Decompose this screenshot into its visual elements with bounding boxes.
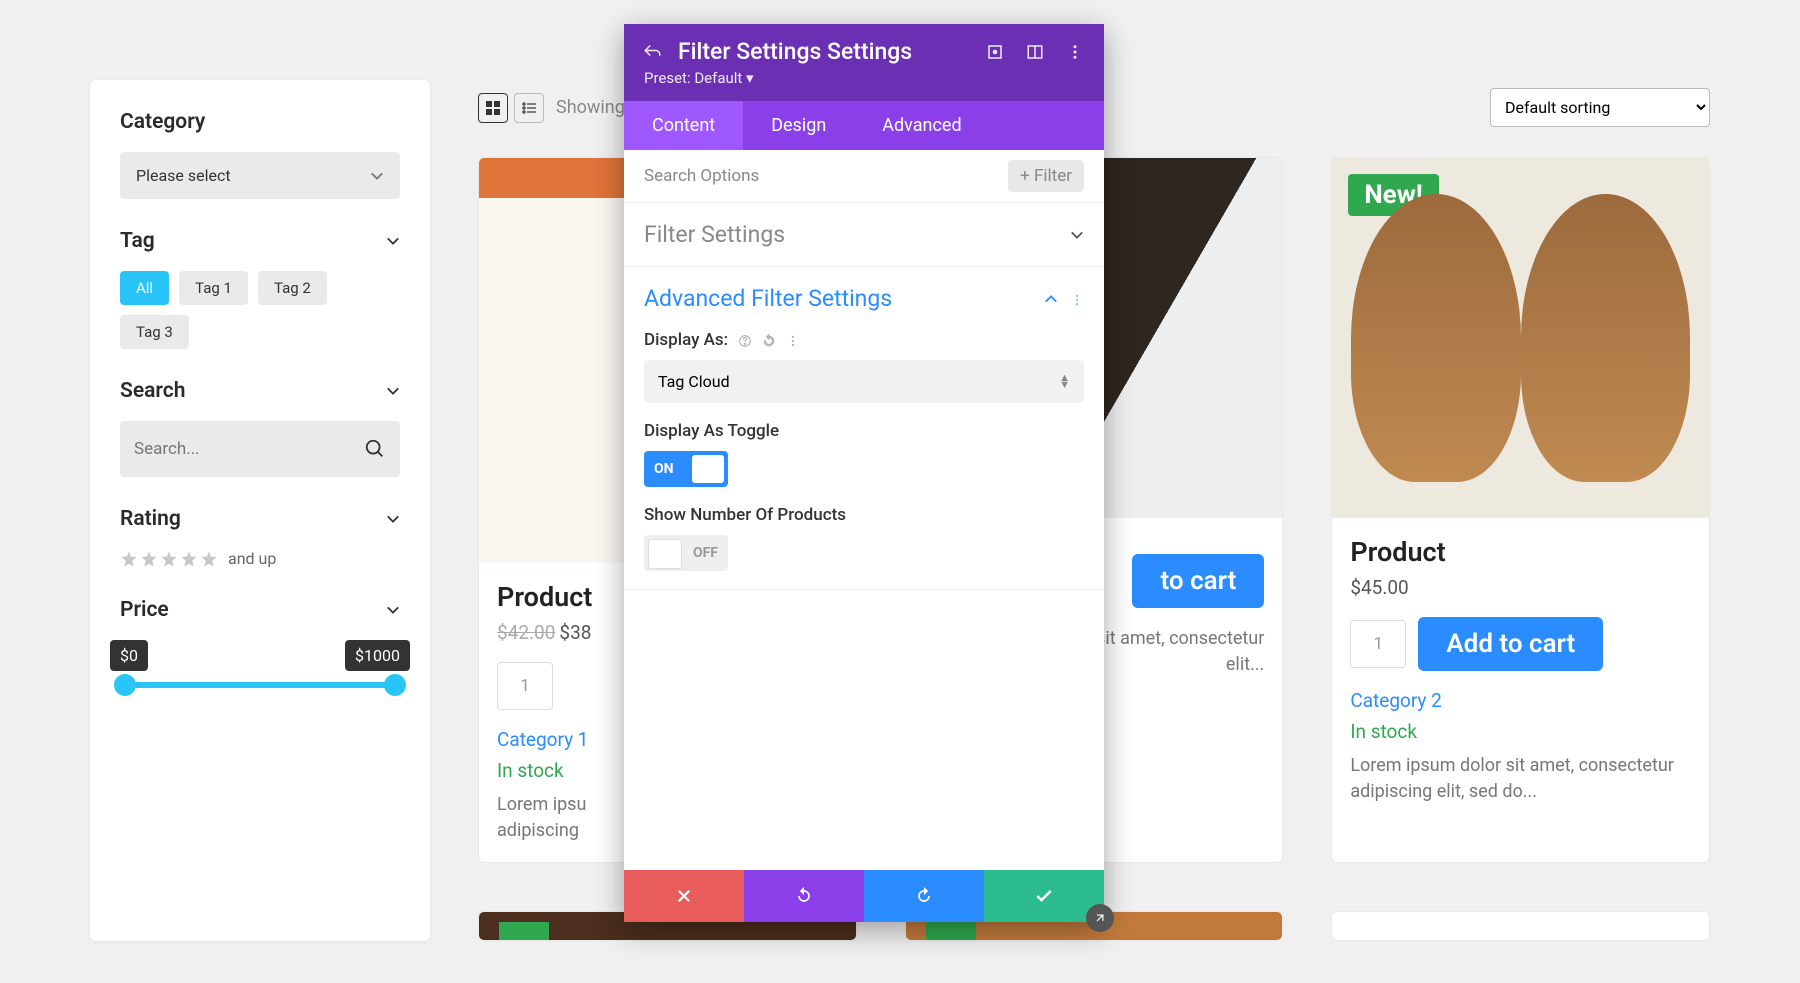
- tag-item[interactable]: Tag 3: [120, 315, 189, 349]
- columns-icon[interactable]: [1026, 43, 1044, 61]
- search-options-label: Search Options: [644, 166, 759, 186]
- rating-row[interactable]: and up: [120, 549, 400, 568]
- list-view-button[interactable]: [514, 93, 544, 123]
- add-to-cart-button[interactable]: Add to cart: [1418, 617, 1603, 671]
- quantity-input[interactable]: 1: [1350, 620, 1406, 668]
- settings-modal: Filter Settings Settings Preset: Default…: [624, 24, 1104, 922]
- tag-cloud: All Tag 1 Tag 2 Tag 3: [120, 271, 400, 349]
- category-title: Category: [120, 110, 205, 134]
- price-slider[interactable]: $0 $1000: [120, 682, 400, 688]
- stock-status: In stock: [1350, 720, 1691, 743]
- product-image: New!: [1332, 158, 1709, 518]
- back-icon[interactable]: [644, 43, 662, 61]
- chevron-down-icon: [370, 169, 384, 183]
- product-category[interactable]: Category 2: [1350, 689, 1691, 712]
- tag-item[interactable]: Tag 1: [179, 271, 248, 305]
- tag-all[interactable]: All: [120, 271, 169, 305]
- chevron-up-icon: [1044, 292, 1058, 306]
- category-select[interactable]: Please select: [120, 152, 400, 199]
- menu-icon[interactable]: [1070, 292, 1084, 306]
- tag-title: Tag: [120, 229, 155, 253]
- search-options-row: Search Options + Filter: [624, 150, 1104, 203]
- section-advanced-filter[interactable]: Advanced Filter Settings: [624, 267, 1104, 330]
- search-header[interactable]: Search: [120, 379, 400, 403]
- grid-view-button[interactable]: [478, 93, 508, 123]
- undo-button[interactable]: [744, 870, 864, 922]
- new-badge: New!: [499, 212, 590, 254]
- resize-handle[interactable]: [1086, 904, 1114, 932]
- section-filter-settings[interactable]: Filter Settings: [624, 203, 1104, 266]
- price-max-badge: $1000: [345, 640, 410, 671]
- modal-footer: [624, 870, 1104, 922]
- price-header[interactable]: Price: [120, 598, 400, 622]
- help-icon[interactable]: [738, 333, 752, 347]
- modal-header: Filter Settings Settings Preset: Default…: [624, 24, 1104, 101]
- product-card: [1331, 911, 1710, 941]
- show-number-toggle[interactable]: OFF: [644, 535, 728, 571]
- menu-icon[interactable]: [786, 333, 800, 347]
- add-filter-button[interactable]: + Filter: [1008, 160, 1084, 192]
- slider-knob[interactable]: [114, 674, 136, 696]
- quantity-input[interactable]: 1: [497, 662, 553, 710]
- search-input[interactable]: [134, 439, 364, 459]
- chevron-down-icon: [386, 384, 400, 398]
- rating-suffix: and up: [228, 549, 276, 568]
- product-description: Lorem ipsum dolor sit amet, consectetur …: [1350, 753, 1691, 805]
- sort-select[interactable]: Default sorting: [1490, 88, 1710, 127]
- chevron-down-icon: [1070, 228, 1084, 242]
- modal-tabs: Content Design Advanced: [624, 101, 1104, 150]
- rating-header[interactable]: Rating: [120, 507, 400, 531]
- stars-icon: [120, 550, 218, 568]
- preset-selector[interactable]: Preset: Default ▾: [644, 69, 1084, 87]
- product-price: $45.00: [1350, 576, 1691, 599]
- menu-icon[interactable]: [1066, 43, 1084, 61]
- tag-header[interactable]: Tag: [120, 229, 400, 253]
- expand-icon[interactable]: [986, 43, 1004, 61]
- rating-title: Rating: [120, 507, 181, 531]
- add-to-cart-button[interactable]: to cart: [1132, 554, 1264, 608]
- chevron-down-icon: [386, 512, 400, 526]
- product-title: Product: [1350, 536, 1691, 568]
- category-placeholder: Please select: [136, 166, 231, 185]
- tab-advanced[interactable]: Advanced: [854, 101, 989, 150]
- filter-sidebar: Category Please select Tag All Tag 1 Tag…: [90, 80, 430, 941]
- tab-design[interactable]: Design: [743, 101, 854, 150]
- reset-icon[interactable]: [762, 333, 776, 347]
- tag-item[interactable]: Tag 2: [258, 271, 327, 305]
- slider-knob[interactable]: [384, 674, 406, 696]
- cancel-button[interactable]: [624, 870, 744, 922]
- price-min-badge: $0: [110, 640, 148, 671]
- updown-icon: ▲▼: [1059, 375, 1070, 388]
- product-card: New! Product $45.00 1 Add to cart Catego…: [1331, 157, 1710, 863]
- price-title: Price: [120, 598, 169, 622]
- tab-content[interactable]: Content: [624, 101, 743, 150]
- display-toggle[interactable]: ON: [644, 451, 728, 487]
- search-box[interactable]: [120, 421, 400, 477]
- search-title: Search: [120, 379, 185, 403]
- show-number-label: Show Number Of Products: [644, 505, 1084, 525]
- search-icon: [364, 438, 386, 460]
- chevron-down-icon: [386, 603, 400, 617]
- display-toggle-label: Display As Toggle: [644, 421, 1084, 441]
- modal-title: Filter Settings Settings: [678, 38, 912, 65]
- chevron-down-icon: [386, 234, 400, 248]
- category-header[interactable]: Category: [120, 110, 400, 134]
- display-as-label: Display As:: [644, 330, 1084, 350]
- redo-button[interactable]: [864, 870, 984, 922]
- display-as-select[interactable]: Tag Cloud ▲▼: [644, 360, 1084, 403]
